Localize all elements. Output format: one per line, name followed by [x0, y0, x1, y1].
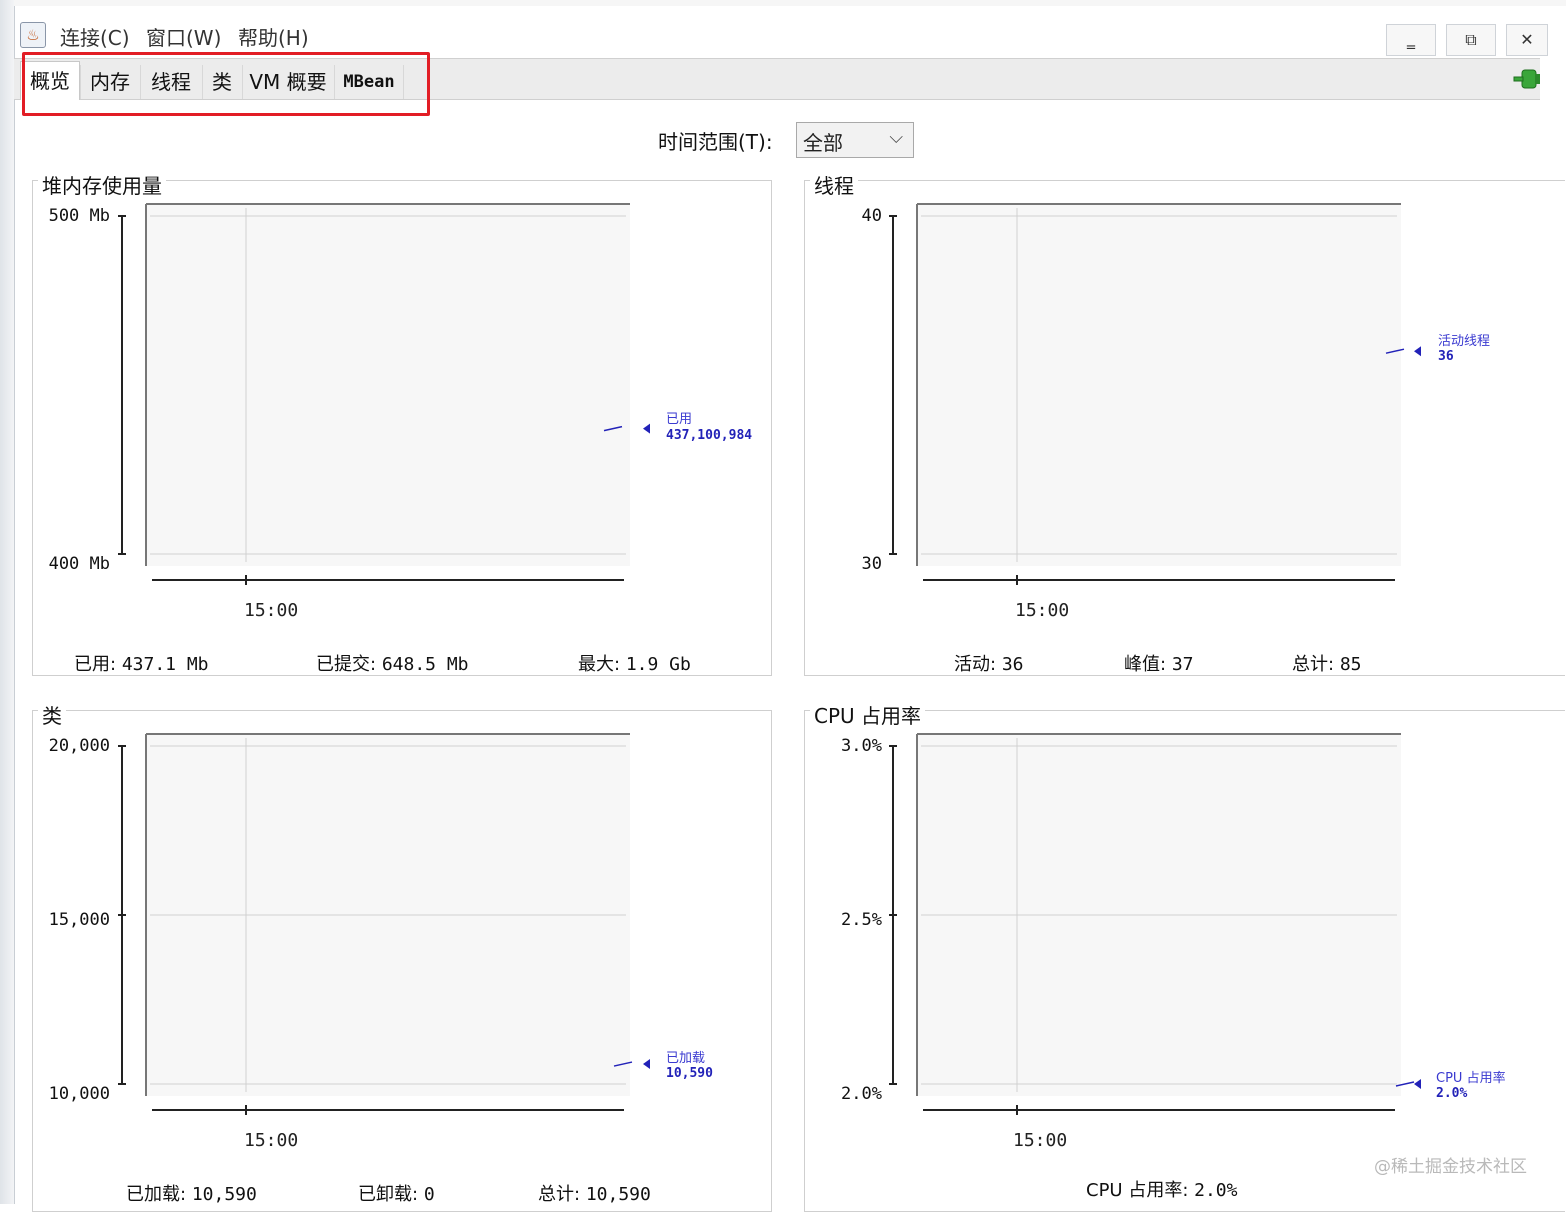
- heap-legend-name: 已用: [666, 412, 693, 427]
- cpu-x-tick: 15:00: [1013, 1130, 1068, 1151]
- heap-value-marker-0: [643, 423, 650, 434]
- threads-value-marker-0: [1414, 346, 1421, 357]
- heap-plot-area: [146, 204, 630, 566]
- cpu-stat-usage: CPU 占用率: 2.0%: [1086, 1180, 1238, 1201]
- heap-y-tick-bottom: 400 Mb: [48, 554, 110, 574]
- threads-legend-name: 活动线程: [1438, 334, 1491, 349]
- threads-stat-live: 活动: 36: [954, 654, 1024, 675]
- cpu-y-tick-mid: 2.5%: [841, 910, 882, 930]
- threads-plot-area: [917, 204, 1401, 566]
- threads-stat-total: 总计: 85: [1292, 654, 1362, 675]
- heap-x-tick: 15:00: [244, 600, 299, 621]
- classes-y-tick-mid: 15,000: [48, 910, 110, 930]
- watermark: @稀土掘金技术社区: [1374, 1157, 1527, 1177]
- threads-y-tick-top: 40: [861, 206, 882, 226]
- classes-legend-name: 已加载: [666, 1051, 706, 1066]
- threads-y-tick-bottom: 30: [861, 554, 882, 574]
- heap-stat-committed: 已提交: 648.5 Mb: [316, 654, 469, 675]
- cpu-value-marker-0: [1414, 1079, 1421, 1089]
- threads-stat-peak: 峰值: 37: [1124, 654, 1194, 675]
- classes-x-tick: 15:00: [244, 1130, 299, 1151]
- classes-stat-loaded: 已加载: 10,590: [126, 1184, 257, 1205]
- heap-stat-max: 最大: 1.9 Gb: [578, 654, 691, 675]
- heap-y-tick-top: 500 Mb: [48, 206, 110, 226]
- charts-layer: [118, 203, 1421, 1115]
- classes-y-tick-bottom: 10,000: [48, 1084, 110, 1104]
- cpu-y-tick-bottom: 2.0%: [841, 1084, 882, 1104]
- cpu-legend-name: CPU 占用率: [1436, 1071, 1506, 1086]
- classes-y-tick-top: 20,000: [48, 736, 110, 756]
- classes-legend-value: 10,590: [666, 1066, 713, 1081]
- threads-legend-value: 36: [1438, 349, 1454, 364]
- classes-value-marker-0: [643, 1059, 650, 1070]
- heap-stat-used: 已用: 437.1 Mb: [74, 654, 209, 675]
- cpu-y-tick-top: 3.0%: [841, 736, 882, 756]
- classes-stat-unloaded: 已卸载: 0: [358, 1184, 435, 1205]
- heap-legend-value: 437,100,984: [666, 428, 753, 443]
- threads-x-tick: 15:00: [1015, 600, 1070, 621]
- cpu-legend-value: 2.0%: [1436, 1086, 1468, 1101]
- classes-stat-total: 总计: 10,590: [538, 1184, 651, 1205]
